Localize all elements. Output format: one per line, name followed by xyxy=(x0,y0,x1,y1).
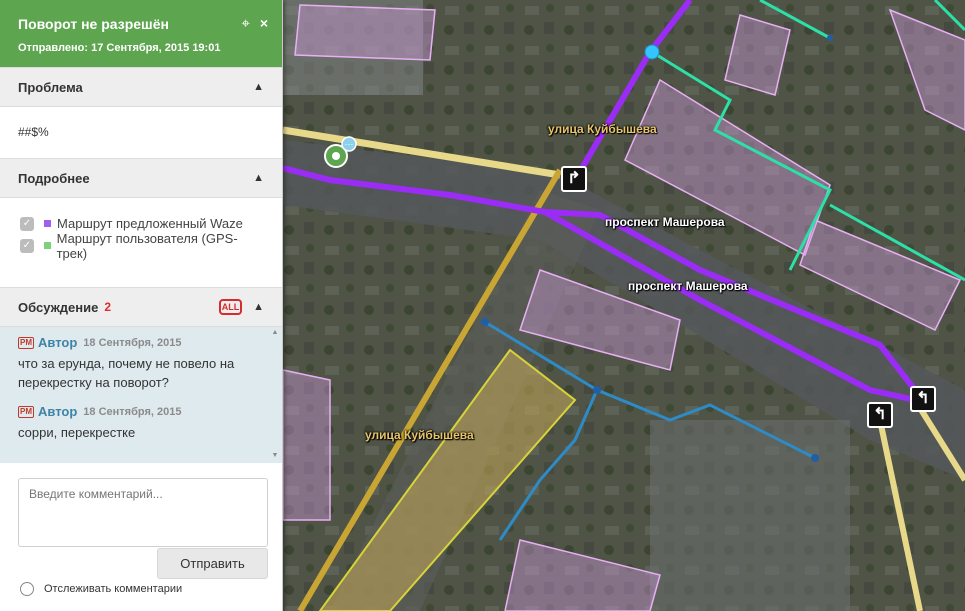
street-label: проспект Машерова xyxy=(628,279,748,293)
svg-text:⋯: ⋯ xyxy=(345,139,354,149)
report-panel: Поворот не разрешён Отправлено: 17 Сентя… xyxy=(0,0,283,611)
comment-composer xyxy=(0,463,282,552)
scroll-down-icon[interactable]: ▼ xyxy=(270,452,280,459)
problem-description: ##$% xyxy=(18,125,49,139)
turn-left-icon[interactable]: ↰ xyxy=(867,402,893,428)
follow-label: Отслеживать комментарии xyxy=(44,583,183,595)
legend-label: Маршрут предложенный Waze xyxy=(57,216,243,231)
problem-section-header[interactable]: Проблема ▲ xyxy=(0,67,282,107)
chevron-up-icon: ▲ xyxy=(253,172,264,184)
scroll-up-icon[interactable]: ▲ xyxy=(270,329,280,336)
chevron-up-icon: ▲ xyxy=(253,301,264,313)
comment-date: 18 Сентября, 2015 xyxy=(83,336,182,349)
comment-date: 18 Сентября, 2015 xyxy=(83,405,182,418)
comment-text: что за ерунда, почему не повело на перек… xyxy=(18,356,235,390)
follow-checkbox[interactable] xyxy=(20,582,34,596)
crosshair-icon[interactable]: ⌖ xyxy=(242,15,250,32)
turn-right-icon[interactable]: ↱ xyxy=(561,166,587,192)
street-label: проспект Машерова xyxy=(605,215,725,229)
comment-count-badge: 2 xyxy=(104,300,112,314)
comment-input[interactable] xyxy=(18,478,268,547)
problem-header: Проблема xyxy=(18,79,83,95)
comments-list[interactable]: PM Автор 18 Сентября, 2015 что за ерунда… xyxy=(0,327,282,463)
discussion-section-header[interactable]: Обсуждение 2 ALL ▲ xyxy=(0,287,282,327)
report-sent-date: Отправлено: 17 Сентября, 2015 19:01 xyxy=(18,42,221,54)
gps-node xyxy=(593,386,601,394)
report-title: Поворот не разрешён xyxy=(18,16,169,32)
gps-node xyxy=(811,454,819,462)
comment-author[interactable]: Автор xyxy=(38,404,77,419)
legend-label: Маршрут пользователя (GPS-трек) xyxy=(56,230,238,261)
checkbox-checked-icon[interactable]: ✓ xyxy=(20,216,34,231)
comments-scrollbar[interactable]: ▲ ▼ xyxy=(270,329,280,459)
follow-comments-toggle[interactable]: Отслеживать комментарии xyxy=(20,582,182,596)
comment-item: PM Автор 18 Сентября, 2015 сорри, перекр… xyxy=(0,392,282,442)
route-node xyxy=(644,44,660,60)
route-node xyxy=(827,35,833,41)
chevron-up-icon: ▲ xyxy=(253,81,264,93)
comment-author[interactable]: Автор xyxy=(38,335,77,350)
turn-left-icon[interactable]: ↰ xyxy=(910,386,936,412)
street-label: улица Куйбышева xyxy=(548,122,657,136)
street-label: улица Куйбышева xyxy=(365,428,474,442)
lot-area xyxy=(650,420,850,611)
discussion-header: Обсуждение xyxy=(18,299,99,315)
route-legend: ✓ Маршрут предложенный Waze ✓ Маршрут по… xyxy=(0,198,282,287)
legend-item-user-track[interactable]: ✓ Маршрут пользователя (GPS-трек) xyxy=(20,231,264,261)
private-message-icon[interactable]: PM xyxy=(18,336,34,349)
send-button[interactable]: Отправить xyxy=(157,548,268,579)
panel-header: Поворот не разрешён Отправлено: 17 Сентя… xyxy=(0,0,282,67)
legend-swatch xyxy=(43,242,51,249)
comment-item: PM Автор 18 Сентября, 2015 что за ерунда… xyxy=(0,327,282,392)
comment-text: сорри, перекрестке xyxy=(18,425,136,440)
checkbox-checked-icon[interactable]: ✓ xyxy=(20,238,34,253)
message-all-icon[interactable]: ALL xyxy=(219,299,242,315)
close-icon[interactable]: × xyxy=(260,15,268,31)
details-section-header[interactable]: Подробнее ▲ xyxy=(0,158,282,198)
private-message-icon[interactable]: PM xyxy=(18,405,34,418)
legend-swatch xyxy=(44,220,51,227)
details-header: Подробнее xyxy=(18,170,90,186)
gps-node xyxy=(481,318,489,326)
